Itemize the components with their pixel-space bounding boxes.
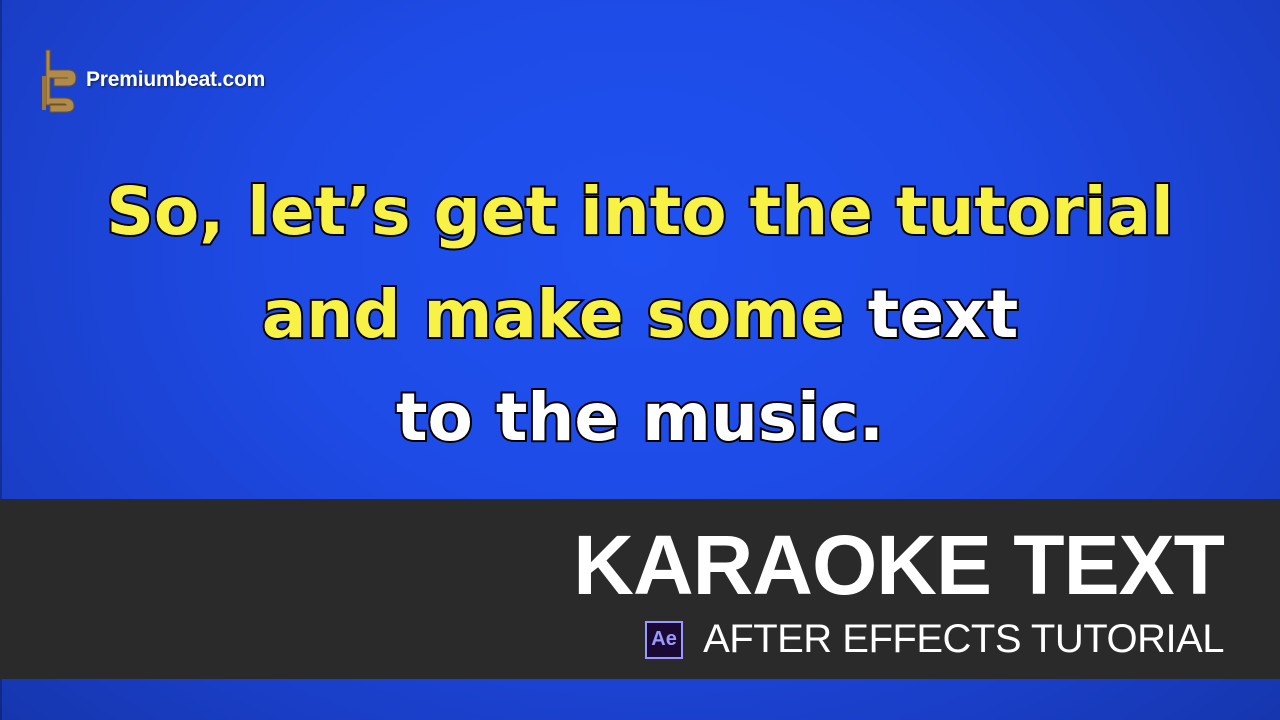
lyric-sung-text: and make some [260, 274, 847, 355]
karaoke-lyrics: So, let’s get into the tutorial and make… [0, 160, 1280, 469]
banner-subtitle: AFTER EFFECTS TUTORIAL [703, 617, 1224, 661]
lyric-unsung-text: text [844, 274, 1020, 355]
banner-title: KARAOKE TEXT [573, 518, 1225, 612]
lyric-unsung-text: to the music. [394, 377, 886, 458]
lyric-line-3: to the music. [0, 366, 1280, 469]
brand-name: Premiumbeat.com [86, 68, 266, 91]
lyric-line-1: So, let’s get into the tutorial [0, 160, 1280, 263]
lyric-line-2: and make some text [0, 263, 1280, 366]
premiumbeat-logo-icon [42, 49, 77, 113]
banner-subtitle-row: Ae AFTER EFFECTS TUTORIAL [645, 617, 1224, 662]
after-effects-icon: Ae [645, 620, 684, 659]
video-frame: Premiumbeat.com So, let’s get into the t… [0, 0, 1280, 720]
brand-logo: Premiumbeat.com [38, 48, 265, 114]
lyric-sung-text: So, let’s get into the tutorial [104, 171, 1175, 252]
title-banner: KARAOKE TEXT Ae AFTER EFFECTS TUTORIAL [0, 499, 1280, 679]
